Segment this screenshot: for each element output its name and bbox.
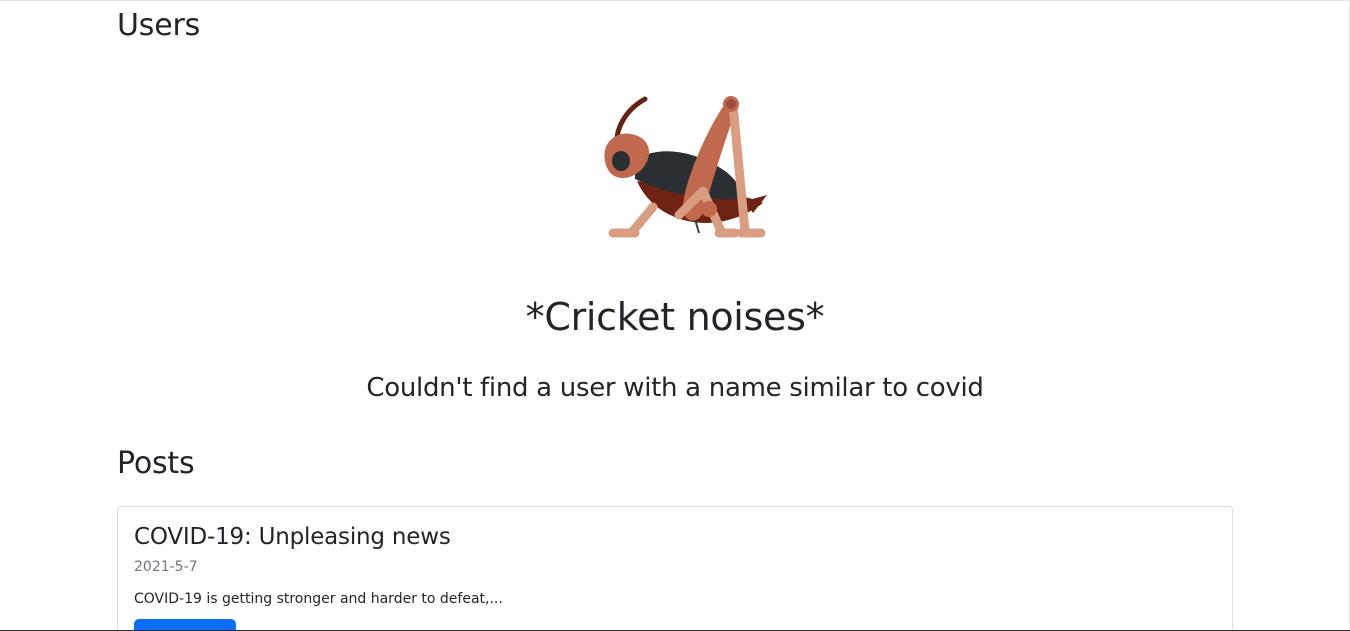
posts-section-heading: Posts <box>117 446 195 481</box>
users-section-heading: Users <box>117 8 201 43</box>
search-results-page: Users *Cricket noises* Couldn't find a u… <box>0 0 1350 631</box>
empty-state-message: Couldn't find a user with a name similar… <box>366 373 984 403</box>
post-title: COVID-19: Unpleasing news <box>134 524 451 550</box>
cricket-icon <box>575 91 775 243</box>
post-date: 2021-5-7 <box>134 559 198 575</box>
post-card: COVID-19: Unpleasing news 2021-5-7 COVID… <box>117 506 1233 631</box>
empty-state-title: *Cricket noises* <box>525 295 825 339</box>
post-excerpt: COVID-19 is getting stronger and harder … <box>134 591 503 607</box>
users-empty-state <box>117 91 1233 243</box>
